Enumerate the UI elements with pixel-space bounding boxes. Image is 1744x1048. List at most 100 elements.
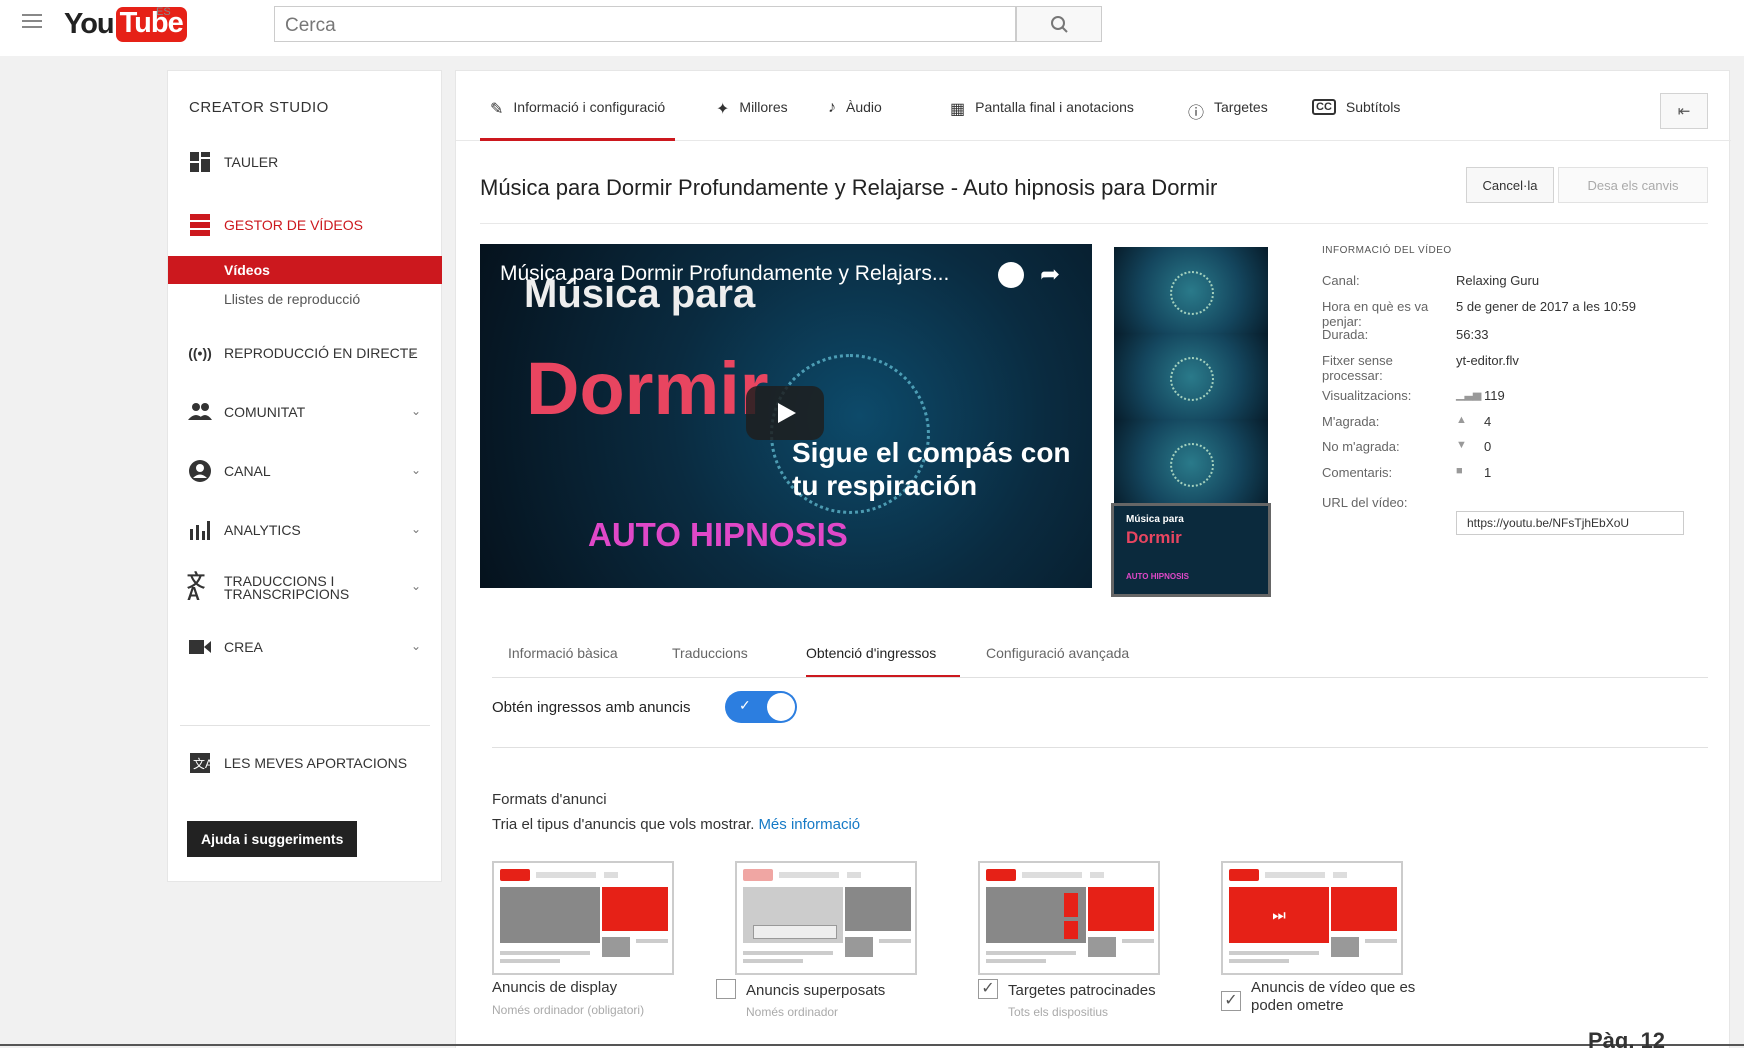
sidebar-item-label: TRADUCCIONS I TRANSCRIPCIONS [224,573,350,602]
play-button[interactable] [746,386,824,440]
toggle-knob [767,693,795,721]
thumbnail-art-text: Sigue el compás con tu respiración [792,437,1071,501]
check-icon: ✓ [739,697,751,713]
pencil-icon: ✎ [490,101,504,118]
analytics-icon [187,517,213,543]
player-title[interactable]: Música para Dormir Profundamente y Relaj… [500,262,949,286]
ad-hint-display: Només ordinador (obligatori) [492,1003,645,1017]
info-value: 5 de gener de 2017 a les 10:59 [1456,299,1636,314]
page-footer-line [0,1044,1744,1046]
tab-info-settings[interactable]: ✎ Informació i configuració [480,99,676,141]
info-value: 4 [1484,414,1492,429]
chevron-down-icon[interactable]: ⌄ [411,404,421,418]
search-button[interactable] [1016,6,1102,42]
menu-icon[interactable] [22,14,42,30]
tab-end-screen[interactable]: ▦ Pantalla final i anotacions [950,99,1134,141]
video-info-title: INFORMACIÓ DEL VÍDEO [1322,245,1452,256]
save-changes-button[interactable]: Desa els canvis [1558,167,1708,203]
cancel-button[interactable]: Cancel·la [1466,167,1554,203]
subtab-translations[interactable]: Traduccions [672,645,748,675]
search-input[interactable]: Cerca [274,6,1016,42]
overlay-ads-checkbox[interactable] [716,979,736,999]
thumbs-up-icon: ▲ [1456,414,1467,426]
tab-label: Informació i configuració [513,99,666,115]
contributions-icon: 文A [187,750,213,776]
learn-more-link[interactable]: Més informació [758,816,860,833]
thumbnail-option-selected[interactable]: Música para Dormir AUTO HIPNOSIS [1111,503,1271,597]
search-icon [1051,16,1068,33]
chevron-down-icon[interactable]: ⌄ [411,580,421,593]
chevron-down-icon[interactable]: ⌄ [411,639,421,653]
subtab-basic-info[interactable]: Informació bàsica [508,645,618,675]
sidebar-item-label: CREA [224,639,263,655]
chevron-down-icon[interactable]: ⌄ [407,345,417,359]
video-url-field[interactable]: https://youtu.be/NFsTjhEbXoU [1456,511,1684,535]
chevron-down-icon[interactable]: ⌄ [411,522,421,536]
thumbnail-option[interactable] [1114,247,1268,335]
dashboard-icon [187,149,213,175]
search-placeholder: Cerca [285,15,336,36]
views-bar-icon: ▁▃▅ [1456,389,1482,401]
info-key: Canal: [1322,273,1360,288]
cc-icon: CC [1312,99,1336,115]
info-key: M'agrada: [1322,414,1380,429]
region-code: ES [156,6,171,18]
thumbs-down-icon: ▼ [1456,439,1467,451]
skippable-video-ads-checkbox[interactable]: ✓ [1221,991,1241,1011]
subtab-advanced[interactable]: Configuració avançada [986,645,1129,675]
thumbnail-text: Dormir [1126,528,1182,547]
sidebar-item-translations[interactable]: 文A TRADUCCIONS I TRANSCRIPCIONS ⌄ [168,568,443,608]
ad-formats-title: Formats d'anunci [492,791,607,808]
channel-icon [187,458,213,484]
tab-enhancements[interactable]: ✦ Millores [716,99,788,141]
ad-label-overlay: Anuncis superposats [746,982,886,999]
sidebar-subitem-playlists[interactable]: Llistes de reproducció [168,285,442,313]
subtab-monetization[interactable]: Obtenció d'ingressos [806,645,961,678]
back-button[interactable]: ⇤ [1660,93,1708,129]
tab-label: Pantalla final i anotacions [975,99,1134,115]
monetize-toggle[interactable]: ✓ [725,691,797,723]
sidebar-item-live[interactable]: ((•)) REPRODUCCIÓ EN DIRECTE ⌄ [168,333,443,373]
page-number: Pàg. 12 [1588,1028,1666,1048]
sidebar-subitem-videos[interactable]: Vídeos [168,256,442,284]
translate-icon: 文A [187,571,205,604]
thumbnail-option[interactable] [1114,333,1268,421]
sponsored-cards-checkbox[interactable]: ✓ [978,979,998,999]
sidebar-item-analytics[interactable]: ANALYTICS ⌄ [168,510,443,550]
thumbnail-option[interactable] [1114,419,1268,507]
info-key: Fitxer sense processar: [1322,353,1393,383]
ad-card-overlay [735,861,917,975]
creator-studio-sidebar: CREATOR STUDIO TAULER GESTOR DE VÍDEOS V… [167,70,442,882]
video-player[interactable]: Música para Dormir Sigue el compás con t… [480,244,1092,588]
tab-cards[interactable]: ⓘ Targetes [1188,99,1268,141]
tab-audio[interactable]: ♪ Àudio [828,99,882,141]
ad-card-sponsored-cards [978,861,1160,975]
info-key: Visualitzacions: [1322,388,1412,403]
help-feedback-button[interactable]: Ajuda i suggeriments [187,821,358,857]
tab-subtitles[interactable]: CC Subtítols [1312,99,1400,141]
sidebar-item-label: TAULER [224,154,279,170]
ad-label-skippable-video: Anuncis de vídeo que es poden ometre [1251,979,1416,1014]
info-icon: ⓘ [1188,105,1205,122]
sidebar-divider [180,725,430,726]
thumbnail-art-text: AUTO HIPNOSIS [588,516,848,553]
youtube-logo[interactable]: You Tube ES [64,6,187,42]
sidebar-item-community[interactable]: COMUNITAT ⌄ [168,392,443,432]
tab-label: Subtítols [1345,99,1401,115]
skip-forward-icon: ⏭ [1229,887,1329,943]
info-key: Hora en què es va penjar: [1322,299,1429,329]
sidebar-item-create[interactable]: CREA ⌄ [168,627,443,667]
chevron-down-icon[interactable]: ⌄ [411,463,421,477]
share-icon[interactable]: ➦ [1040,260,1060,289]
watch-later-icon[interactable] [998,262,1024,288]
sidebar-item-dashboard[interactable]: TAULER [168,142,443,182]
live-icon: ((•)) [188,345,212,361]
sidebar-item-video-manager[interactable]: GESTOR DE VÍDEOS [168,205,443,245]
sidebar-item-channel[interactable]: CANAL ⌄ [168,451,443,491]
sidebar-item-contributions[interactable]: 文A LES MEVES APORTACIONS [168,743,443,783]
logo-you: You [64,7,115,40]
tab-label: Àudio [846,99,882,115]
info-value: 56:33 [1456,327,1489,342]
back-arrow-icon: ⇤ [1677,103,1691,120]
sidebar-title: CREATOR STUDIO [189,99,329,116]
